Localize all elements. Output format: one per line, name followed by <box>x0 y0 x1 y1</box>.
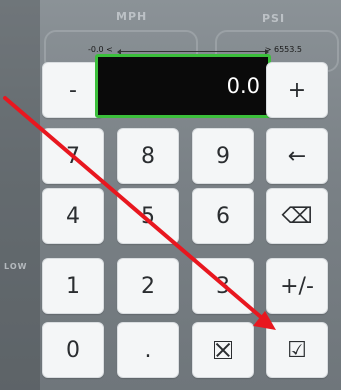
key-6[interactable]: 6 <box>192 188 254 244</box>
key-9[interactable]: 9 <box>192 128 254 184</box>
background-low-label: LOW <box>4 262 28 271</box>
plus-button[interactable]: + <box>266 62 328 118</box>
back-arrow-button[interactable]: ← <box>266 128 328 184</box>
cancel-box-icon <box>214 341 232 359</box>
numeric-keypad: - 0.0 + 7 8 9 ← 4 5 6 ⌫ 1 2 3 +/- 0 . ☑ <box>40 52 330 384</box>
background-mph-label: MPH <box>116 10 148 23</box>
key-2[interactable]: 2 <box>117 258 179 314</box>
decimal-point-button[interactable]: . <box>117 322 179 378</box>
background-left-panel <box>0 0 40 390</box>
confirm-button[interactable]: ☑ <box>266 322 328 378</box>
key-0[interactable]: 0 <box>42 322 104 378</box>
plus-minus-button[interactable]: +/- <box>266 258 328 314</box>
key-1[interactable]: 1 <box>42 258 104 314</box>
key-4[interactable]: 4 <box>42 188 104 244</box>
background-psi-label: PSI <box>262 12 286 25</box>
value-display: 0.0 <box>95 54 271 118</box>
key-8[interactable]: 8 <box>117 128 179 184</box>
key-5[interactable]: 5 <box>117 188 179 244</box>
key-3[interactable]: 3 <box>192 258 254 314</box>
cancel-button[interactable] <box>192 322 254 378</box>
clear-button[interactable]: ⌫ <box>266 188 328 244</box>
key-7[interactable]: 7 <box>42 128 104 184</box>
